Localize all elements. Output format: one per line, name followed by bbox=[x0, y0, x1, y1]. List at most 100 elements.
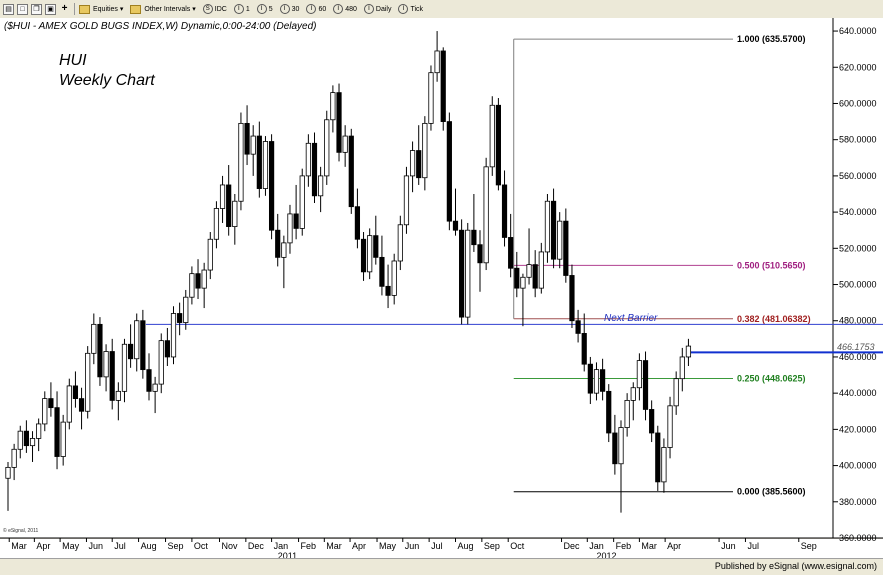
interval-tick[interactable]: I Tick bbox=[398, 4, 423, 14]
candle-body bbox=[281, 242, 287, 258]
candle-body bbox=[495, 104, 502, 186]
candle-body bbox=[477, 244, 483, 264]
interval-label: 480 bbox=[345, 5, 357, 13]
candle-body bbox=[649, 409, 655, 434]
chart-title-symbol: HUI bbox=[59, 52, 87, 69]
chart-title-period: Weekly Chart bbox=[59, 72, 155, 89]
y-tick-label: 360.0000 bbox=[839, 533, 877, 543]
interval-label: Daily bbox=[375, 5, 392, 13]
y-tick-label: 600.0000 bbox=[839, 98, 877, 108]
next-barrier-label: Next Barrier bbox=[604, 313, 658, 324]
candle-body bbox=[679, 356, 685, 380]
candle-body bbox=[428, 72, 434, 124]
x-tick-label: Apr bbox=[667, 541, 681, 551]
candle-body bbox=[501, 184, 508, 238]
interval-icon: I bbox=[256, 4, 267, 14]
price-chart[interactable]: 1.000 (635.5700) 0.500 (510.5650) 0.382 (4… bbox=[0, 18, 883, 561]
candle-body bbox=[409, 150, 416, 177]
x-tick-label: Mar bbox=[11, 541, 27, 551]
candle-body bbox=[526, 264, 532, 278]
candle-body bbox=[600, 369, 606, 392]
x-tick-label: Jul bbox=[747, 541, 759, 551]
interval-30[interactable]: I 30 bbox=[279, 4, 300, 14]
candle-body bbox=[275, 229, 281, 258]
x-tick-label: Jul bbox=[431, 541, 443, 551]
candle-body bbox=[557, 220, 563, 260]
candle-body bbox=[440, 50, 446, 122]
x-tick-label: Jul bbox=[114, 541, 126, 551]
candle-body bbox=[66, 385, 72, 423]
candle-body bbox=[152, 383, 158, 392]
interval-1[interactable]: I1 bbox=[233, 4, 250, 14]
interval-icon: S bbox=[202, 4, 213, 14]
candle-body bbox=[311, 142, 318, 197]
interval-5[interactable]: I5 bbox=[256, 4, 273, 14]
interval-480[interactable]: I 480 bbox=[333, 4, 357, 14]
x-tick-label: Jun bbox=[88, 541, 103, 551]
interval-label: 30 bbox=[291, 5, 300, 13]
candle-body bbox=[563, 220, 569, 276]
candle-body bbox=[250, 135, 256, 155]
interval-daily[interactable]: I Daily bbox=[363, 4, 392, 14]
candle-body bbox=[189, 273, 195, 298]
folder-icon bbox=[79, 4, 90, 14]
folder-icon bbox=[130, 4, 142, 14]
candle-body bbox=[127, 343, 134, 360]
fib-level-label: 0.500 (510.5650) bbox=[737, 260, 806, 270]
x-year-label: 2011 bbox=[278, 551, 297, 558]
candle-body bbox=[97, 323, 103, 378]
candle-body bbox=[360, 238, 367, 273]
candle-body bbox=[287, 213, 293, 244]
window-icon[interactable]: ▣ bbox=[45, 3, 56, 15]
candle-body bbox=[48, 398, 54, 409]
candle-body bbox=[391, 260, 397, 296]
candle-body bbox=[354, 206, 361, 240]
y-tick-label: 500.0000 bbox=[839, 280, 877, 290]
equities-menu[interactable]: Equities ▾ bbox=[79, 4, 123, 14]
candle-body bbox=[520, 276, 526, 289]
interval-60[interactable]: I 60 bbox=[306, 4, 326, 14]
y-tick-label: 620.0000 bbox=[839, 62, 877, 72]
x-year-label: 2012 bbox=[596, 551, 616, 558]
candle-body bbox=[330, 92, 336, 121]
interval-label: 5 bbox=[268, 5, 273, 13]
chart-icon[interactable]: ▤ bbox=[3, 3, 14, 15]
candle-body bbox=[183, 296, 189, 323]
candle-body bbox=[661, 447, 667, 483]
last-price-label: 466.1753 bbox=[837, 342, 875, 352]
candle-body bbox=[293, 213, 299, 229]
candle-body bbox=[434, 50, 440, 74]
chart-area[interactable]: 1.000 (635.5700) 0.500 (510.5650) 0.382 (4… bbox=[0, 18, 883, 561]
x-tick-label: Sep bbox=[801, 541, 817, 551]
candle-body bbox=[103, 351, 109, 378]
candle-body bbox=[514, 267, 520, 289]
candle-body bbox=[385, 285, 391, 296]
candle-body bbox=[78, 398, 85, 412]
watermark: © eSignal, 2011 bbox=[3, 527, 39, 534]
y-tick-label: 580.0000 bbox=[839, 135, 877, 145]
interval-icon: I bbox=[333, 4, 344, 14]
candle-body bbox=[158, 340, 164, 385]
candle-body bbox=[593, 369, 600, 394]
candle-body bbox=[550, 200, 557, 260]
candle-body bbox=[612, 432, 618, 465]
x-tick-label: Aug bbox=[457, 541, 473, 551]
interval-idc[interactable]: S IDC bbox=[202, 4, 227, 14]
add-icon[interactable]: + bbox=[59, 3, 70, 15]
y-tick-label: 460.0000 bbox=[839, 352, 877, 362]
candle-body bbox=[256, 135, 262, 189]
candle-body bbox=[581, 333, 587, 365]
other-intervals-menu[interactable]: Other Intervals ▾ bbox=[130, 4, 196, 14]
page-icon[interactable]: □ bbox=[17, 3, 28, 15]
candle-body bbox=[416, 150, 422, 179]
x-tick-label: Feb bbox=[301, 541, 317, 551]
candle-body bbox=[23, 430, 29, 447]
copy-icon[interactable]: ❐ bbox=[31, 3, 42, 15]
status-footer: Published by eSignal (www.esignal.com) bbox=[0, 558, 883, 575]
x-tick-label: Dec bbox=[248, 541, 265, 551]
y-tick-label: 480.0000 bbox=[839, 316, 877, 326]
candle-body bbox=[397, 224, 403, 262]
candle-body bbox=[483, 166, 489, 264]
candle-body bbox=[268, 141, 275, 231]
fib-level-label: 0.000 (385.5600) bbox=[737, 487, 806, 497]
